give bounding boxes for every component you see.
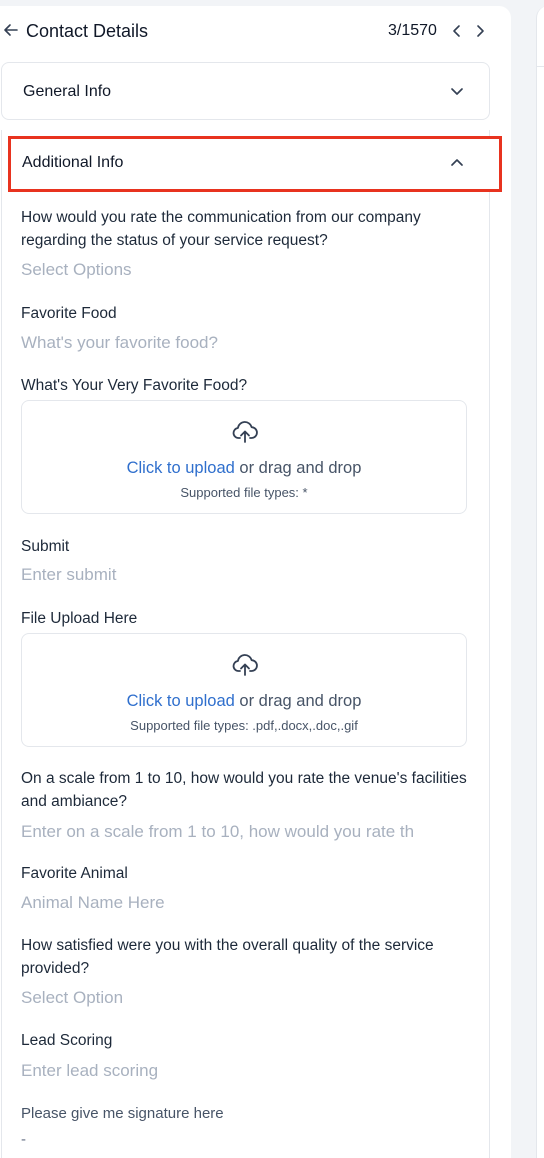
communication-rating-select[interactable]: Select Options (21, 259, 471, 281)
panel-header: Contact Details 3/1570 (0, 14, 500, 50)
upload-hint: or drag and drop (239, 459, 362, 477)
field-label: Please give me signature here (21, 1105, 224, 1122)
satisfaction-select[interactable]: Select Option (21, 987, 471, 1009)
general-info-label: General Info (23, 83, 112, 100)
page-title: Contact Details (26, 21, 149, 41)
submit-input[interactable]: Enter submit (21, 564, 471, 586)
general-info-accordion[interactable]: General Info (1, 62, 490, 120)
lead-scoring-input[interactable]: Enter lead scoring (21, 1060, 471, 1082)
file-upload-dropzone[interactable]: Click to upload or drag and drop Support… (21, 400, 467, 514)
field-label: File Upload Here (21, 610, 138, 627)
adjacent-panel-edge (536, 6, 544, 1158)
field-label: How would you rate the communication fro… (21, 209, 421, 249)
record-counter: 3/1570 (388, 22, 437, 39)
additional-info-label: Additional Info (22, 154, 124, 171)
field-label: Submit (21, 538, 70, 555)
field-label: On a scale from 1 to 10, how would you r… (21, 770, 467, 810)
click-to-upload-link[interactable]: Click to upload (127, 459, 235, 477)
chevron-up-icon (451, 159, 463, 166)
cloud-upload-icon (232, 654, 258, 676)
file-upload-dropzone[interactable]: Click to upload or drag and drop Support… (21, 633, 467, 747)
chevron-left-icon[interactable] (449, 22, 465, 40)
divider (537, 66, 544, 67)
cloud-upload-icon (232, 421, 258, 443)
chevron-down-icon (451, 88, 463, 95)
signature-value: - (21, 1131, 26, 1148)
chevron-right-icon[interactable] (472, 22, 488, 40)
venue-rating-input[interactable]: Enter on a scale from 1 to 10, how would… (21, 821, 471, 843)
field-label: Favorite Animal (21, 865, 128, 882)
upload-instructions: Click to upload or drag and drop (22, 692, 466, 711)
arrow-left-icon[interactable] (2, 21, 20, 39)
supported-file-types: Supported file types: .pdf,.docx,.doc,.g… (130, 718, 358, 733)
additional-info-accordion[interactable]: Additional Info (8, 136, 502, 192)
field-label: Favorite Food (21, 305, 117, 322)
supported-file-types: Supported file types: * (180, 485, 308, 500)
upload-hint: or drag and drop (239, 692, 362, 710)
upload-instructions: Click to upload or drag and drop (22, 459, 466, 478)
click-to-upload-link[interactable]: Click to upload (127, 692, 235, 710)
field-label: Lead Scoring (21, 1032, 113, 1049)
field-label: What's Your Very Favorite Food? (21, 377, 248, 394)
field-label: How satisfied were you with the overall … (21, 937, 434, 977)
favorite-food-input[interactable]: What's your favorite food? (21, 332, 471, 354)
favorite-animal-input[interactable]: Animal Name Here (21, 892, 471, 914)
